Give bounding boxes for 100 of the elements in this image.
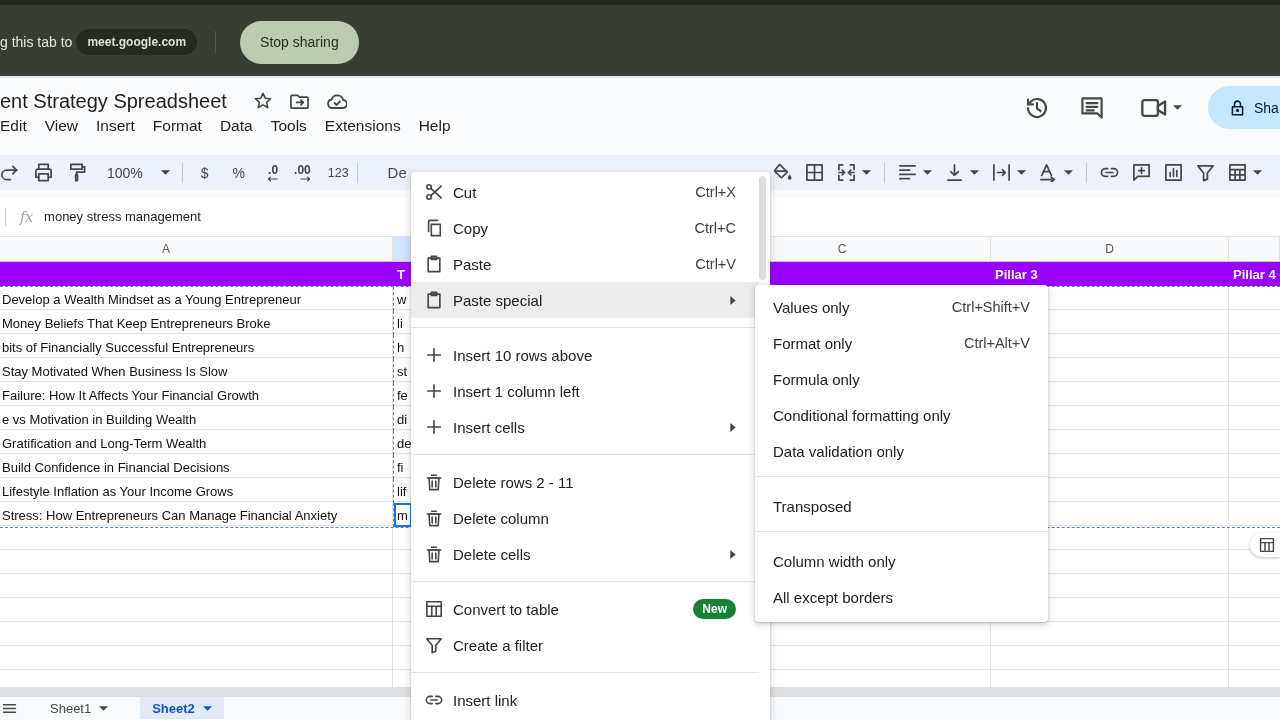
- caret-icon[interactable]: [1064, 170, 1073, 175]
- keyboard-shortcut: Ctrl+C: [694, 220, 736, 236]
- table-cell-text: Failure: How It Affects Your Financial Growth: [1, 386, 260, 405]
- share-button[interactable]: Sha: [1208, 86, 1280, 129]
- shared-site-label: meet.google.com: [76, 29, 198, 55]
- menu-item[interactable]: Create a filter: [411, 627, 759, 663]
- fx-label: fx: [20, 209, 34, 225]
- table-cell-text: Lifestyle Inflation as Your Income Grows: [1, 482, 235, 501]
- column-header[interactable]: A: [0, 237, 393, 262]
- stop-sharing-button[interactable]: Stop sharing: [240, 20, 359, 64]
- new-badge: New: [693, 599, 736, 619]
- column-header[interactable]: D: [991, 237, 1229, 262]
- zoom-select[interactable]: 100%: [107, 164, 170, 181]
- lock-icon: [1229, 99, 1246, 116]
- caret-icon: [99, 705, 109, 711]
- table-cell-text: Stress: How Entrepreneurs Can Manage Financial Anxiety: [1, 506, 339, 525]
- plus-icon: [425, 382, 443, 400]
- printer-icon[interactable]: [34, 163, 53, 182]
- filter-icon[interactable]: [1196, 163, 1215, 182]
- formula-input[interactable]: money stress management: [44, 205, 201, 229]
- caret-icon[interactable]: [970, 170, 979, 175]
- table-cell-text: Develop a Wealth Mindset as a Young Entrepreneur: [1, 290, 302, 309]
- caret-icon: [202, 705, 212, 711]
- bar-chart-icon[interactable]: [1164, 163, 1183, 182]
- copy-icon: [425, 219, 443, 237]
- caret-icon[interactable]: [1253, 170, 1262, 175]
- menu-scrollbar[interactable]: [759, 176, 766, 280]
- trash-icon: [425, 473, 443, 491]
- menu-item[interactable]: All except borders: [755, 579, 1048, 615]
- menu-bar-item[interactable]: Help: [418, 117, 451, 135]
- percent-button[interactable]: %: [232, 164, 246, 181]
- table-cell: m: [393, 503, 412, 527]
- menu-bar-item[interactable]: Extensions: [324, 117, 401, 135]
- decrease-decimal-button[interactable]: .0: [267, 163, 279, 182]
- trash-icon: [425, 509, 443, 527]
- add-comment-icon[interactable]: [1132, 163, 1151, 182]
- caret-icon[interactable]: [1017, 170, 1026, 175]
- keyboard-shortcut: Ctrl+V: [695, 256, 736, 272]
- header-cell-text: Pillar 4: [1232, 266, 1277, 284]
- scissors-icon: [425, 183, 443, 201]
- table-cell-text: Money Beliefs That Keep Entrepreneurs Broke: [1, 314, 272, 333]
- comments-icon[interactable]: [1080, 95, 1104, 120]
- borders-icon[interactable]: [805, 163, 824, 182]
- table-icon: [425, 600, 443, 618]
- trash-icon: [425, 545, 443, 563]
- table-cell-text: Gratification and Long-Term Wealth: [1, 434, 208, 453]
- increase-decimal-button[interactable]: .00: [294, 163, 311, 182]
- text-rotate-icon[interactable]: [1039, 163, 1058, 182]
- table-cell-text: Build Confidence in Financial Decisions: [1, 458, 231, 477]
- merge-cells-icon[interactable]: [837, 163, 856, 182]
- menu-bar-item[interactable]: Format: [152, 117, 202, 135]
- keyboard-shortcut: Ctrl+Shift+V: [951, 299, 1030, 315]
- table-chip-button[interactable]: [1250, 533, 1280, 557]
- menu-item[interactable]: Cut Ctrl+X: [411, 174, 759, 210]
- align-bottom-icon[interactable]: [945, 163, 964, 182]
- column-header[interactable]: C: [770, 237, 991, 262]
- plus-icon: [425, 346, 443, 364]
- calculator-icon[interactable]: [1228, 163, 1247, 182]
- menu-item[interactable]: Paste Ctrl+V: [411, 246, 759, 282]
- redo-icon[interactable]: [0, 163, 19, 182]
- header-cell-text: T: [396, 266, 406, 284]
- paint-roller-icon[interactable]: [68, 163, 87, 182]
- keyboard-shortcut: Ctrl+Alt+V: [963, 335, 1030, 351]
- font-select[interactable]: De: [387, 164, 407, 181]
- arrow-left-icon: [267, 175, 279, 182]
- menu-item[interactable]: Copy Ctrl+C: [411, 210, 759, 246]
- text-wrap-icon[interactable]: [992, 163, 1011, 182]
- keyboard-shortcut: Ctrl+X: [695, 184, 736, 200]
- folder-icon[interactable]: [289, 91, 309, 111]
- caret-icon[interactable]: [923, 170, 932, 175]
- sheet-tab[interactable]: Sheet2: [140, 697, 224, 719]
- table-icon: [1259, 537, 1275, 553]
- arrow-right-icon: [299, 175, 311, 182]
- table-cell-text: e vs Motivation in Building Wealth: [1, 410, 198, 429]
- clipboard-icon: [425, 291, 443, 309]
- document-title[interactable]: ent Strategy Spreadsheet: [0, 89, 227, 113]
- paint-bucket-icon[interactable]: [773, 163, 792, 182]
- currency-button[interactable]: $: [200, 164, 209, 181]
- history-icon[interactable]: [1025, 95, 1049, 120]
- menu-bar-item[interactable]: View: [44, 117, 79, 135]
- menu-bar-item[interactable]: Tools: [270, 117, 307, 135]
- table-cell-text: bits of Financially Successful Entrepreneurs: [1, 338, 256, 357]
- menu-bar-item[interactable]: Data: [219, 117, 253, 135]
- header-cell-text: Pillar 3: [994, 266, 1039, 284]
- menu-item[interactable]: Insert link: [411, 682, 759, 718]
- caret-icon[interactable]: [1173, 105, 1182, 110]
- caret-icon: [160, 170, 170, 175]
- plus-icon: [425, 418, 443, 436]
- sheet-tab[interactable]: Sheet1: [38, 697, 121, 719]
- star-icon[interactable]: [253, 92, 272, 110]
- menu-bar-item[interactable]: Edit: [0, 117, 27, 135]
- menu-bar-item[interactable]: Insert: [96, 117, 135, 135]
- menu-item[interactable]: Paste special: [411, 282, 759, 318]
- sharing-message: g this tab to: [0, 34, 73, 50]
- clipboard-icon: [425, 255, 443, 273]
- align-left-icon[interactable]: [898, 163, 917, 182]
- filter-icon: [425, 636, 443, 654]
- number-format-button[interactable]: 123: [327, 165, 349, 180]
- table-cell-text: Stay Motivated When Business Is Slow: [1, 362, 229, 381]
- caret-icon[interactable]: [862, 170, 871, 175]
